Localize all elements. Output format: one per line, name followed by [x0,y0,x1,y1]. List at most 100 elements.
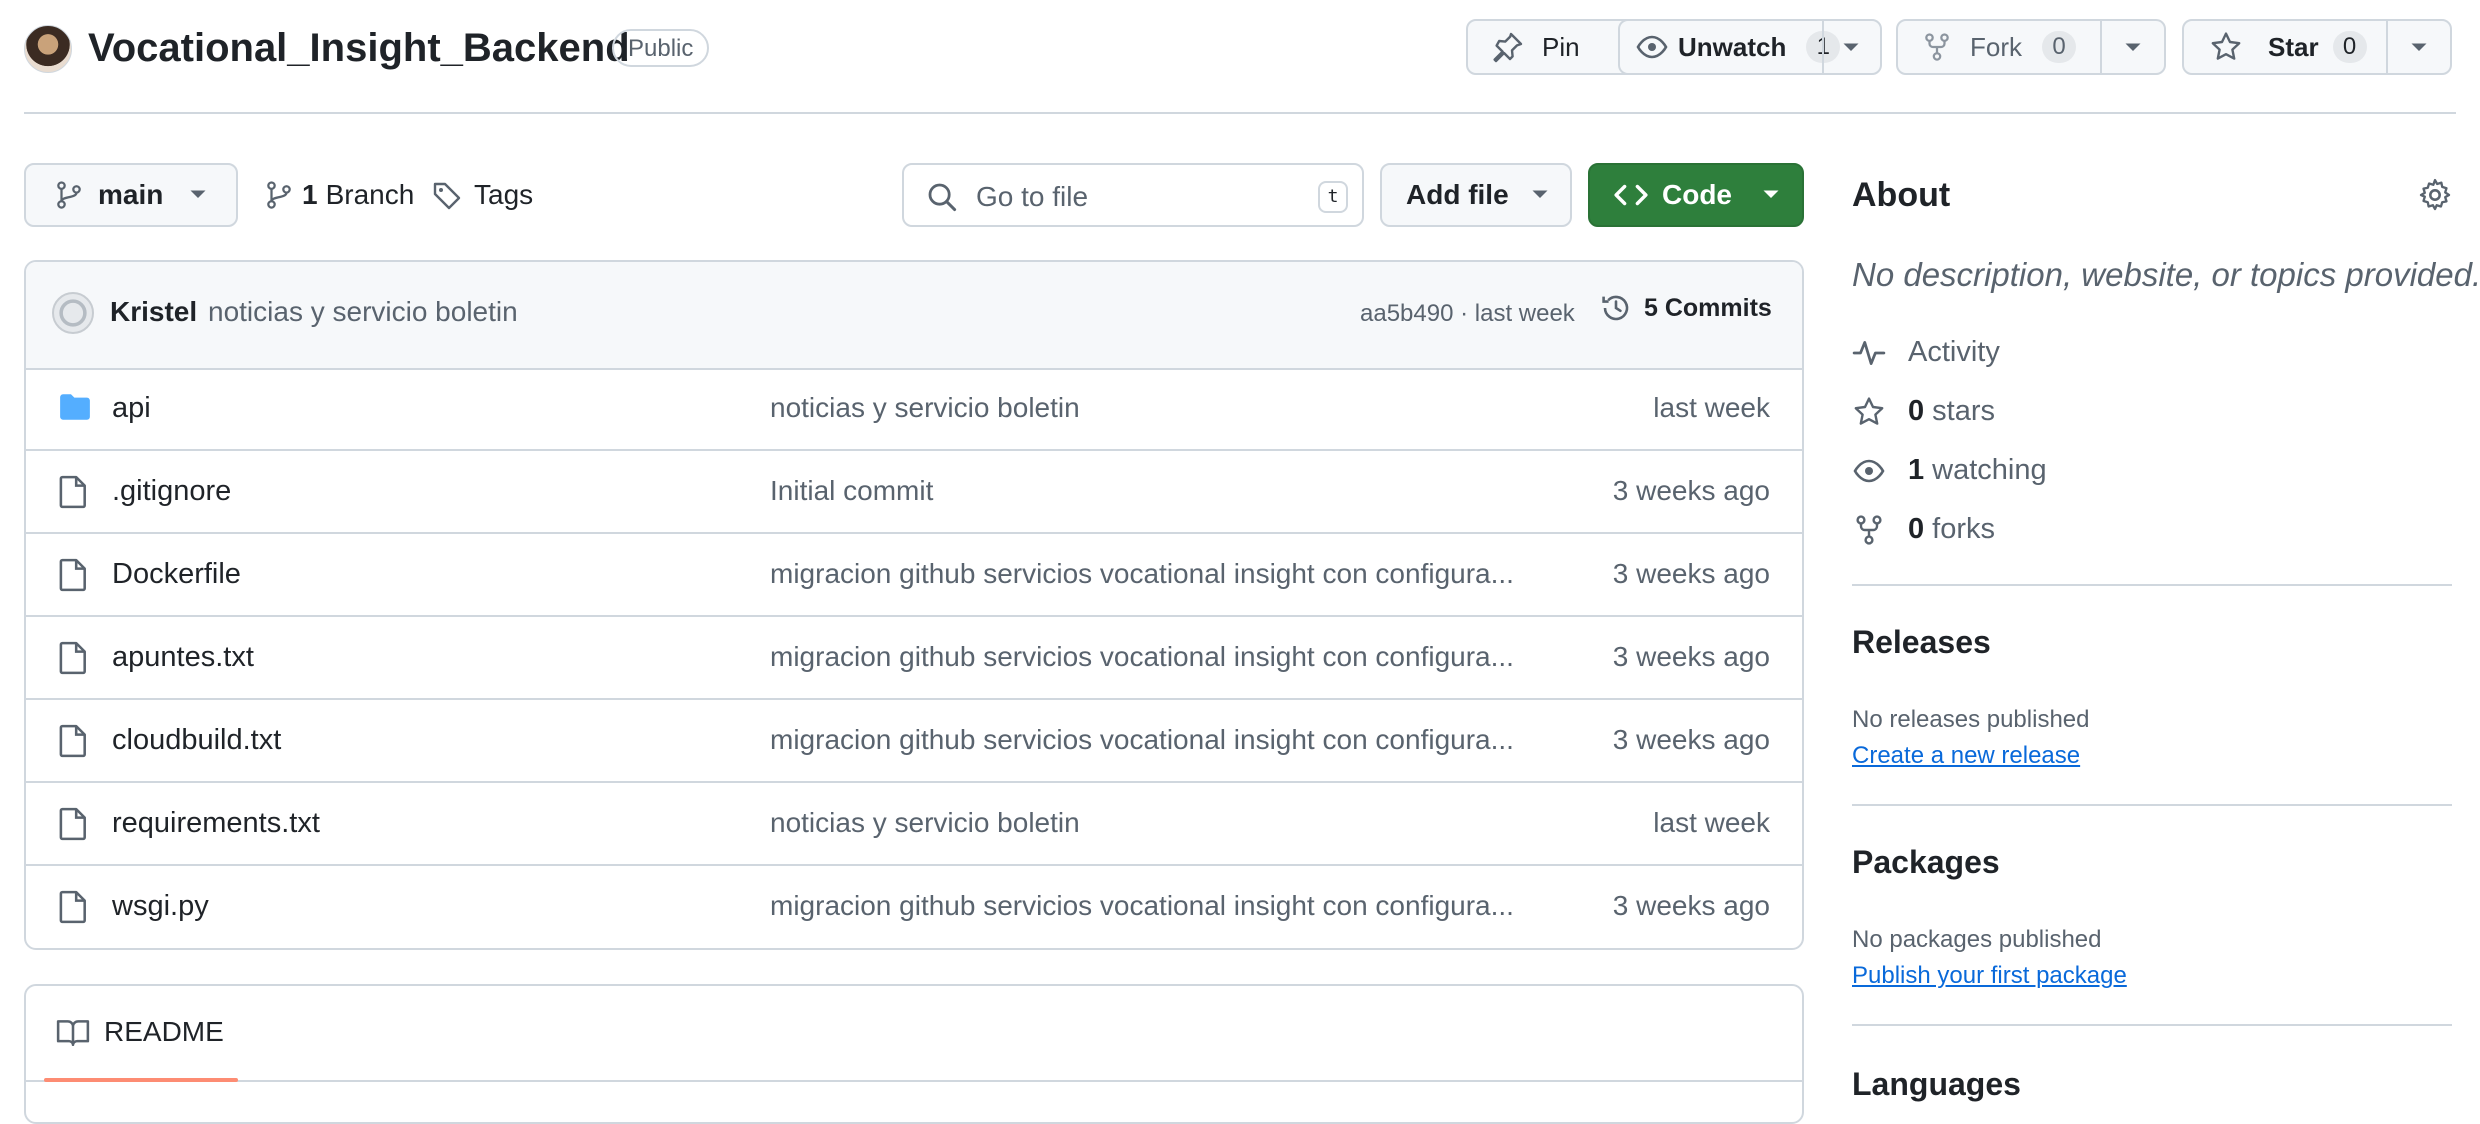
commit-author[interactable]: Kristel [110,296,197,328]
search-icon [928,183,957,212]
file-commit-message[interactable]: Initial commit [770,475,933,507]
file-type-icon [58,807,88,846]
file-type-icon [58,890,88,929]
file-name[interactable]: .gitignore [112,475,231,508]
file-commit-time: 3 weeks ago [1612,475,1770,506]
add-file-button[interactable]: Add file [1380,163,1572,227]
stars-label: stars [1932,395,1995,427]
readme-active-indicator [44,1078,238,1082]
packages-status: No packages published [1852,926,2102,953]
commit-message[interactable]: noticias y servicio boletin [208,296,518,328]
file-commit-time: last week [1653,392,1770,423]
code-button[interactable]: Code [1588,163,1804,227]
activity-link[interactable]: Activity [1852,336,2000,369]
fork-button[interactable]: Fork 0 [1896,19,2166,75]
code-icon [1614,184,1648,206]
file-commit-message[interactable]: noticias y servicio boletin [770,392,1080,424]
pin-icon [1493,32,1523,63]
unwatch-button[interactable]: Unwatch 1 [1618,19,1882,75]
file-name[interactable]: requirements.txt [112,807,320,840]
file-name[interactable]: apuntes.txt [112,641,254,674]
fork-label: Fork [1970,31,2022,62]
file-icon [59,641,86,675]
file-commit-message[interactable]: migracion github servicios vocational in… [770,724,1514,756]
file-row[interactable]: api noticias y servicio boletin last week [26,368,1802,451]
file-commit-time: 3 weeks ago [1612,724,1770,755]
history-icon [1602,295,1629,321]
chevron-down-icon [190,190,206,198]
file-commit-message[interactable]: migracion github servicios vocational in… [770,890,1514,922]
folder-icon [60,394,90,420]
file-type-icon [58,558,88,597]
readme-panel: README [24,984,1804,1124]
branch-icon [57,181,81,209]
create-release-link[interactable]: Create a new release [1852,742,2080,770]
file-row[interactable]: wsgi.py migracion github servicios vocati… [26,866,1802,948]
readme-label: README [104,1016,224,1047]
star-icon [1854,396,1884,425]
chevron-down-icon[interactable] [2124,41,2142,55]
file-name[interactable]: api [112,392,151,425]
file-icon [59,807,86,841]
star-icon [2211,32,2241,60]
chevron-down-icon[interactable] [1842,41,1860,55]
repo-title[interactable]: Vocational_Insight_Backend [88,20,630,76]
branch-count: 1 [302,179,318,210]
gear-icon[interactable] [2418,178,2452,212]
file-name[interactable]: Dockerfile [112,558,241,591]
tag-icon [433,182,461,210]
file-row[interactable]: Dockerfile migracion github servicios voc… [26,534,1802,617]
file-row[interactable]: cloudbuild.txt migracion github servicios… [26,700,1802,783]
file-commit-message[interactable]: migracion github servicios vocational in… [770,641,1514,673]
latest-commit-bar: Kristel noticias y servicio boletin aa5b… [26,262,1802,370]
branches-link[interactable]: 1 Branch [264,172,414,218]
owner-avatar[interactable] [24,25,72,73]
stars-link[interactable]: 0 stars [1852,395,1995,428]
file-commit-time: 3 weeks ago [1612,641,1770,672]
fork-icon [1925,33,1949,61]
file-icon [59,475,86,509]
forks-count: 0 [1908,513,1925,545]
file-row[interactable]: requirements.txt noticias y servicio bole… [26,783,1802,866]
book-icon [56,1020,90,1047]
eye-icon [1636,35,1668,59]
visibility-badge: Public [612,29,710,67]
pulse-icon [1852,340,1886,365]
star-button[interactable]: Star 0 [2182,19,2452,75]
file-type-icon [58,724,88,763]
go-to-file-input[interactable]: Go to file t [902,163,1364,227]
github-mark-icon [59,299,87,327]
chevron-down-icon[interactable] [2410,41,2428,55]
branch-selector[interactable]: main [24,163,238,227]
commits-history-link[interactable]: 5 Commits [1600,292,1772,324]
file-commit-message[interactable]: migracion github servicios vocational in… [770,558,1514,590]
file-type-icon [58,392,92,427]
file-icon [59,558,86,592]
file-commit-message[interactable]: noticias y servicio boletin [770,807,1080,839]
watching-link[interactable]: 1 watching [1852,454,2047,487]
commit-sha-time[interactable]: aa5b490 · last week [1360,300,1575,328]
packages-heading[interactable]: Packages [1852,844,2000,881]
file-browser: Kristel noticias y servicio boletin aa5b… [24,260,1804,950]
code-label: Code [1662,179,1732,210]
branch-icon [267,181,291,209]
commit-author-avatar[interactable] [52,292,94,334]
forks-link[interactable]: 0 forks [1852,513,1995,546]
file-name[interactable]: wsgi.py [112,890,209,923]
tags-link[interactable]: Tags [432,172,533,218]
releases-heading[interactable]: Releases [1852,624,1991,661]
file-icon [59,890,86,924]
file-name[interactable]: cloudbuild.txt [112,724,281,757]
languages-heading: Languages [1852,1066,2021,1102]
file-commit-time: 3 weeks ago [1612,890,1770,921]
readme-tab[interactable]: README [56,1016,224,1048]
publish-package-link[interactable]: Publish your first package [1852,962,2127,990]
file-commit-time: last week [1653,807,1770,838]
eye-icon [1853,459,1885,482]
add-file-label: Add file [1406,179,1509,210]
forks-label: forks [1932,513,1995,545]
readme-tab-divider [26,1080,1802,1082]
file-row[interactable]: apuntes.txt migracion github servicios vo… [26,617,1802,700]
file-row[interactable]: .gitignore Initial commit 3 weeks ago [26,451,1802,534]
chevron-down-icon [1763,190,1779,198]
